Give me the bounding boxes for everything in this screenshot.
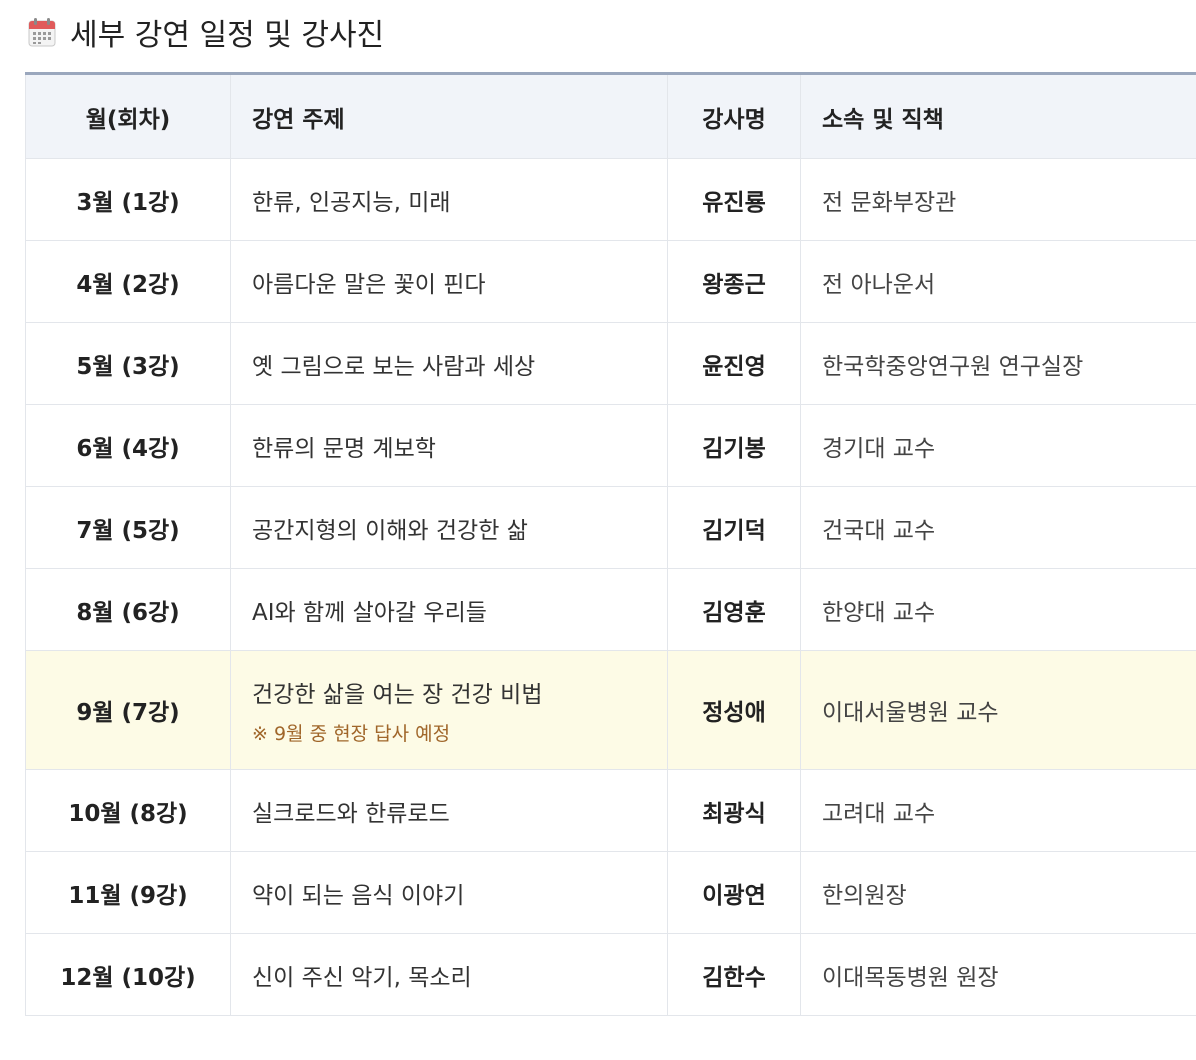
topic-text: 약이 되는 음식 이야기 [252, 882, 465, 909]
lecturer-cell: 왕종근 [667, 240, 801, 323]
lecturer-cell: 김한수 [667, 933, 801, 1016]
header-topic: 강연 주제 [230, 73, 668, 159]
lecturer-cell: 최광식 [667, 769, 801, 852]
topic-text: 공간지형의 이해와 건강한 삶 [252, 517, 528, 544]
affiliation-cell: 이대서울병원 교수 [800, 650, 1196, 770]
affiliation-cell: 고려대 교수 [800, 769, 1196, 852]
month-cell: 5월 (3강) [25, 322, 231, 405]
month-cell: 9월 (7강) [25, 650, 231, 770]
month-cell: 7월 (5강) [25, 486, 231, 569]
header-affiliation: 소속 및 직책 [800, 73, 1196, 159]
lecturer-cell: 정성애 [667, 650, 801, 770]
lecturer-cell: 윤진영 [667, 322, 801, 405]
affiliation-cell: 한양대 교수 [800, 568, 1196, 651]
table-header-row: 월(회차) 강연 주제 강사명 소속 및 직책 [25, 73, 1196, 159]
topic-text: 아름다운 말은 꽃이 핀다 [252, 271, 486, 298]
lecturer-cell: 김영훈 [667, 568, 801, 651]
lecturer-cell: 김기봉 [667, 404, 801, 487]
topic-cell: 공간지형의 이해와 건강한 삶 [230, 486, 668, 569]
lecture-schedule-table: 월(회차) 강연 주제 강사명 소속 및 직책 3월 (1강) 한류, 인공지능… [25, 72, 1196, 1016]
topic-text: 옛 그림으로 보는 사람과 세상 [252, 353, 536, 380]
topic-text: 실크로드와 한류로드 [252, 800, 450, 827]
topic-cell: 아름다운 말은 꽃이 핀다 [230, 240, 668, 323]
table-row: 3월 (1강) 한류, 인공지능, 미래 유진룡 전 문화부장관 [25, 158, 1196, 241]
topic-text: 한류, 인공지능, 미래 [252, 189, 451, 216]
topic-cell: 옛 그림으로 보는 사람과 세상 [230, 322, 668, 405]
table-row: 6월 (4강) 한류의 문명 계보학 김기봉 경기대 교수 [25, 404, 1196, 487]
topic-text: AI와 함께 살아갈 우리들 [252, 599, 487, 626]
month-cell: 8월 (6강) [25, 568, 231, 651]
table-row: 8월 (6강) AI와 함께 살아갈 우리들 김영훈 한양대 교수 [25, 568, 1196, 651]
table-row: 11월 (9강) 약이 되는 음식 이야기 이광연 한의원장 [25, 851, 1196, 934]
month-cell: 11월 (9강) [25, 851, 231, 934]
table-row: 4월 (2강) 아름다운 말은 꽃이 핀다 왕종근 전 아나운서 [25, 240, 1196, 323]
topic-cell: 실크로드와 한류로드 [230, 769, 668, 852]
section-header: 세부 강연 일정 및 강사진 [28, 10, 384, 54]
month-cell: 6월 (4강) [25, 404, 231, 487]
table-row: 12월 (10강) 신이 주신 악기, 목소리 김한수 이대목동병원 원장 [25, 933, 1196, 1016]
affiliation-cell: 전 문화부장관 [800, 158, 1196, 241]
lecturer-cell: 김기덕 [667, 486, 801, 569]
page: 세부 강연 일정 및 강사진 월(회차) 강연 주제 강사명 소속 및 직책 3… [0, 0, 1196, 1060]
topic-text: 한류의 문명 계보학 [252, 435, 436, 462]
section-title: 세부 강연 일정 및 강사진 [70, 18, 385, 53]
field-trip-note: ※ 9월 중 현장 답사 예정 [252, 722, 451, 745]
topic-cell: 한류, 인공지능, 미래 [230, 158, 668, 241]
month-cell: 10월 (8강) [25, 769, 231, 852]
topic-cell: 한류의 문명 계보학 [230, 404, 668, 487]
month-cell: 4월 (2강) [25, 240, 231, 323]
topic-cell: 약이 되는 음식 이야기 [230, 851, 668, 934]
affiliation-cell: 이대목동병원 원장 [800, 933, 1196, 1016]
table-row: 7월 (5강) 공간지형의 이해와 건강한 삶 김기덕 건국대 교수 [25, 486, 1196, 569]
lecturer-cell: 이광연 [667, 851, 801, 934]
table-row: 10월 (8강) 실크로드와 한류로드 최광식 고려대 교수 [25, 769, 1196, 852]
topic-cell: 건강한 삶을 여는 장 건강 비법 ※ 9월 중 현장 답사 예정 [230, 650, 668, 770]
topic-text: 신이 주신 악기, 목소리 [252, 964, 472, 991]
month-cell: 3월 (1강) [25, 158, 231, 241]
table-row-highlighted: 9월 (7강) 건강한 삶을 여는 장 건강 비법 ※ 9월 중 현장 답사 예… [25, 650, 1196, 770]
calendar-icon [28, 17, 56, 47]
table-row: 5월 (3강) 옛 그림으로 보는 사람과 세상 윤진영 한국학중앙연구원 연구… [25, 322, 1196, 405]
affiliation-cell: 건국대 교수 [800, 486, 1196, 569]
topic-cell: AI와 함께 살아갈 우리들 [230, 568, 668, 651]
lecturer-cell: 유진룡 [667, 158, 801, 241]
affiliation-cell: 전 아나운서 [800, 240, 1196, 323]
affiliation-cell: 한의원장 [800, 851, 1196, 934]
header-lecturer: 강사명 [667, 73, 801, 159]
affiliation-cell: 한국학중앙연구원 연구실장 [800, 322, 1196, 405]
affiliation-cell: 경기대 교수 [800, 404, 1196, 487]
topic-cell: 신이 주신 악기, 목소리 [230, 933, 668, 1016]
header-month: 월(회차) [25, 73, 231, 159]
month-cell: 12월 (10강) [25, 933, 231, 1016]
topic-text: 건강한 삶을 여는 장 건강 비법 [252, 681, 543, 708]
